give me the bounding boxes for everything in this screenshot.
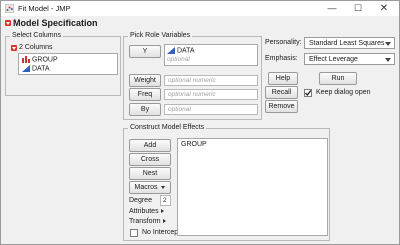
jmp-app-icon <box>5 4 14 13</box>
emphasis-label: Emphasis: <box>265 55 298 62</box>
fit-model-window: Fit Model - JMP — ☐ ✕ Model Specificatio… <box>0 0 400 245</box>
keep-dialog-open-label: Keep dialog open <box>316 89 371 96</box>
spec-header: Model Specification <box>1 16 399 30</box>
add-effect-button[interactable]: Add <box>129 139 171 152</box>
minimize-button[interactable]: — <box>319 1 345 16</box>
close-button[interactable]: ✕ <box>371 1 397 16</box>
columns-count: 2 Columns <box>19 44 53 51</box>
page-title: Model Specification <box>13 18 98 28</box>
outline-disclosure-icon[interactable] <box>5 20 11 26</box>
construct-effects-label: Construct Model Effects <box>128 124 207 131</box>
transform-menu[interactable]: Transform <box>129 218 166 225</box>
personality-label: Personality: <box>265 39 302 46</box>
emphasis-select[interactable]: Effect Leverage <box>304 53 395 65</box>
chevron-down-icon <box>385 58 391 62</box>
select-columns-group: Select Columns 2 Columns GROUP DATA <box>5 32 121 96</box>
chevron-right-icon <box>160 209 164 214</box>
by-role-field[interactable] <box>164 104 258 115</box>
maximize-button[interactable]: ☐ <box>345 1 371 16</box>
select-columns-label: Select Columns <box>10 32 64 39</box>
pick-role-variables-group: Pick Role Variables Y DATA optional Weig… <box>123 32 262 120</box>
weight-role-field[interactable] <box>164 75 258 86</box>
macros-button[interactable]: Macros <box>129 181 171 194</box>
nest-button[interactable]: Nest <box>129 167 171 180</box>
no-intercept-checkbox[interactable] <box>130 229 138 237</box>
personality-value: Standard Least Squares <box>309 40 385 47</box>
degree-field[interactable] <box>160 195 171 206</box>
attributes-label: Attributes <box>129 208 159 215</box>
continuous-triangle-icon <box>22 65 30 72</box>
by-role-button[interactable]: By <box>129 103 161 116</box>
no-intercept-label: No Intercept <box>142 229 181 236</box>
transform-label: Transform <box>129 218 161 225</box>
remove-button[interactable]: Remove <box>265 100 298 113</box>
run-button[interactable]: Run <box>319 72 357 85</box>
construct-model-effects-group: Construct Model Effects Add Cross Nest M… <box>123 124 330 241</box>
recall-button[interactable]: Recall <box>265 86 298 99</box>
column-name: GROUP <box>31 56 58 64</box>
column-item-data[interactable]: DATA <box>22 65 50 72</box>
pick-role-label: Pick Role Variables <box>128 32 193 39</box>
chevron-down-icon <box>161 185 166 189</box>
freq-role-field[interactable] <box>164 89 258 100</box>
y-role-list[interactable]: DATA optional <box>164 44 258 66</box>
emphasis-value: Effect Leverage <box>309 56 358 63</box>
macros-label: Macros <box>134 184 158 191</box>
y-role-item[interactable]: DATA <box>167 47 195 54</box>
column-list[interactable]: GROUP DATA <box>18 53 118 75</box>
nominal-bar-icon <box>22 56 30 63</box>
help-button[interactable]: Help <box>268 72 298 85</box>
cross-button[interactable]: Cross <box>129 153 171 166</box>
column-item-group[interactable]: GROUP <box>22 56 58 63</box>
y-role-value: DATA <box>176 47 195 55</box>
title-bar: Fit Model - JMP — ☐ ✕ <box>1 1 399 16</box>
y-role-button[interactable]: Y <box>129 45 161 58</box>
column-name: DATA <box>31 65 50 73</box>
degree-label: Degree <box>129 197 152 204</box>
chevron-down-icon <box>385 42 391 46</box>
model-effects-list[interactable]: GROUP <box>177 138 328 236</box>
check-icon <box>305 90 312 97</box>
keep-dialog-open-checkbox[interactable] <box>304 89 312 97</box>
continuous-triangle-icon <box>167 47 175 54</box>
weight-role-button[interactable]: Weight <box>129 74 161 87</box>
columns-disclosure-icon[interactable] <box>11 45 17 51</box>
chevron-right-icon <box>162 219 166 224</box>
effect-item[interactable]: GROUP <box>181 141 207 148</box>
window-title: Fit Model - JMP <box>18 4 71 13</box>
personality-select[interactable]: Standard Least Squares <box>304 37 395 49</box>
freq-role-button[interactable]: Freq <box>129 88 161 101</box>
y-role-optional: optional <box>167 56 190 63</box>
attributes-menu[interactable]: Attributes <box>129 208 164 215</box>
